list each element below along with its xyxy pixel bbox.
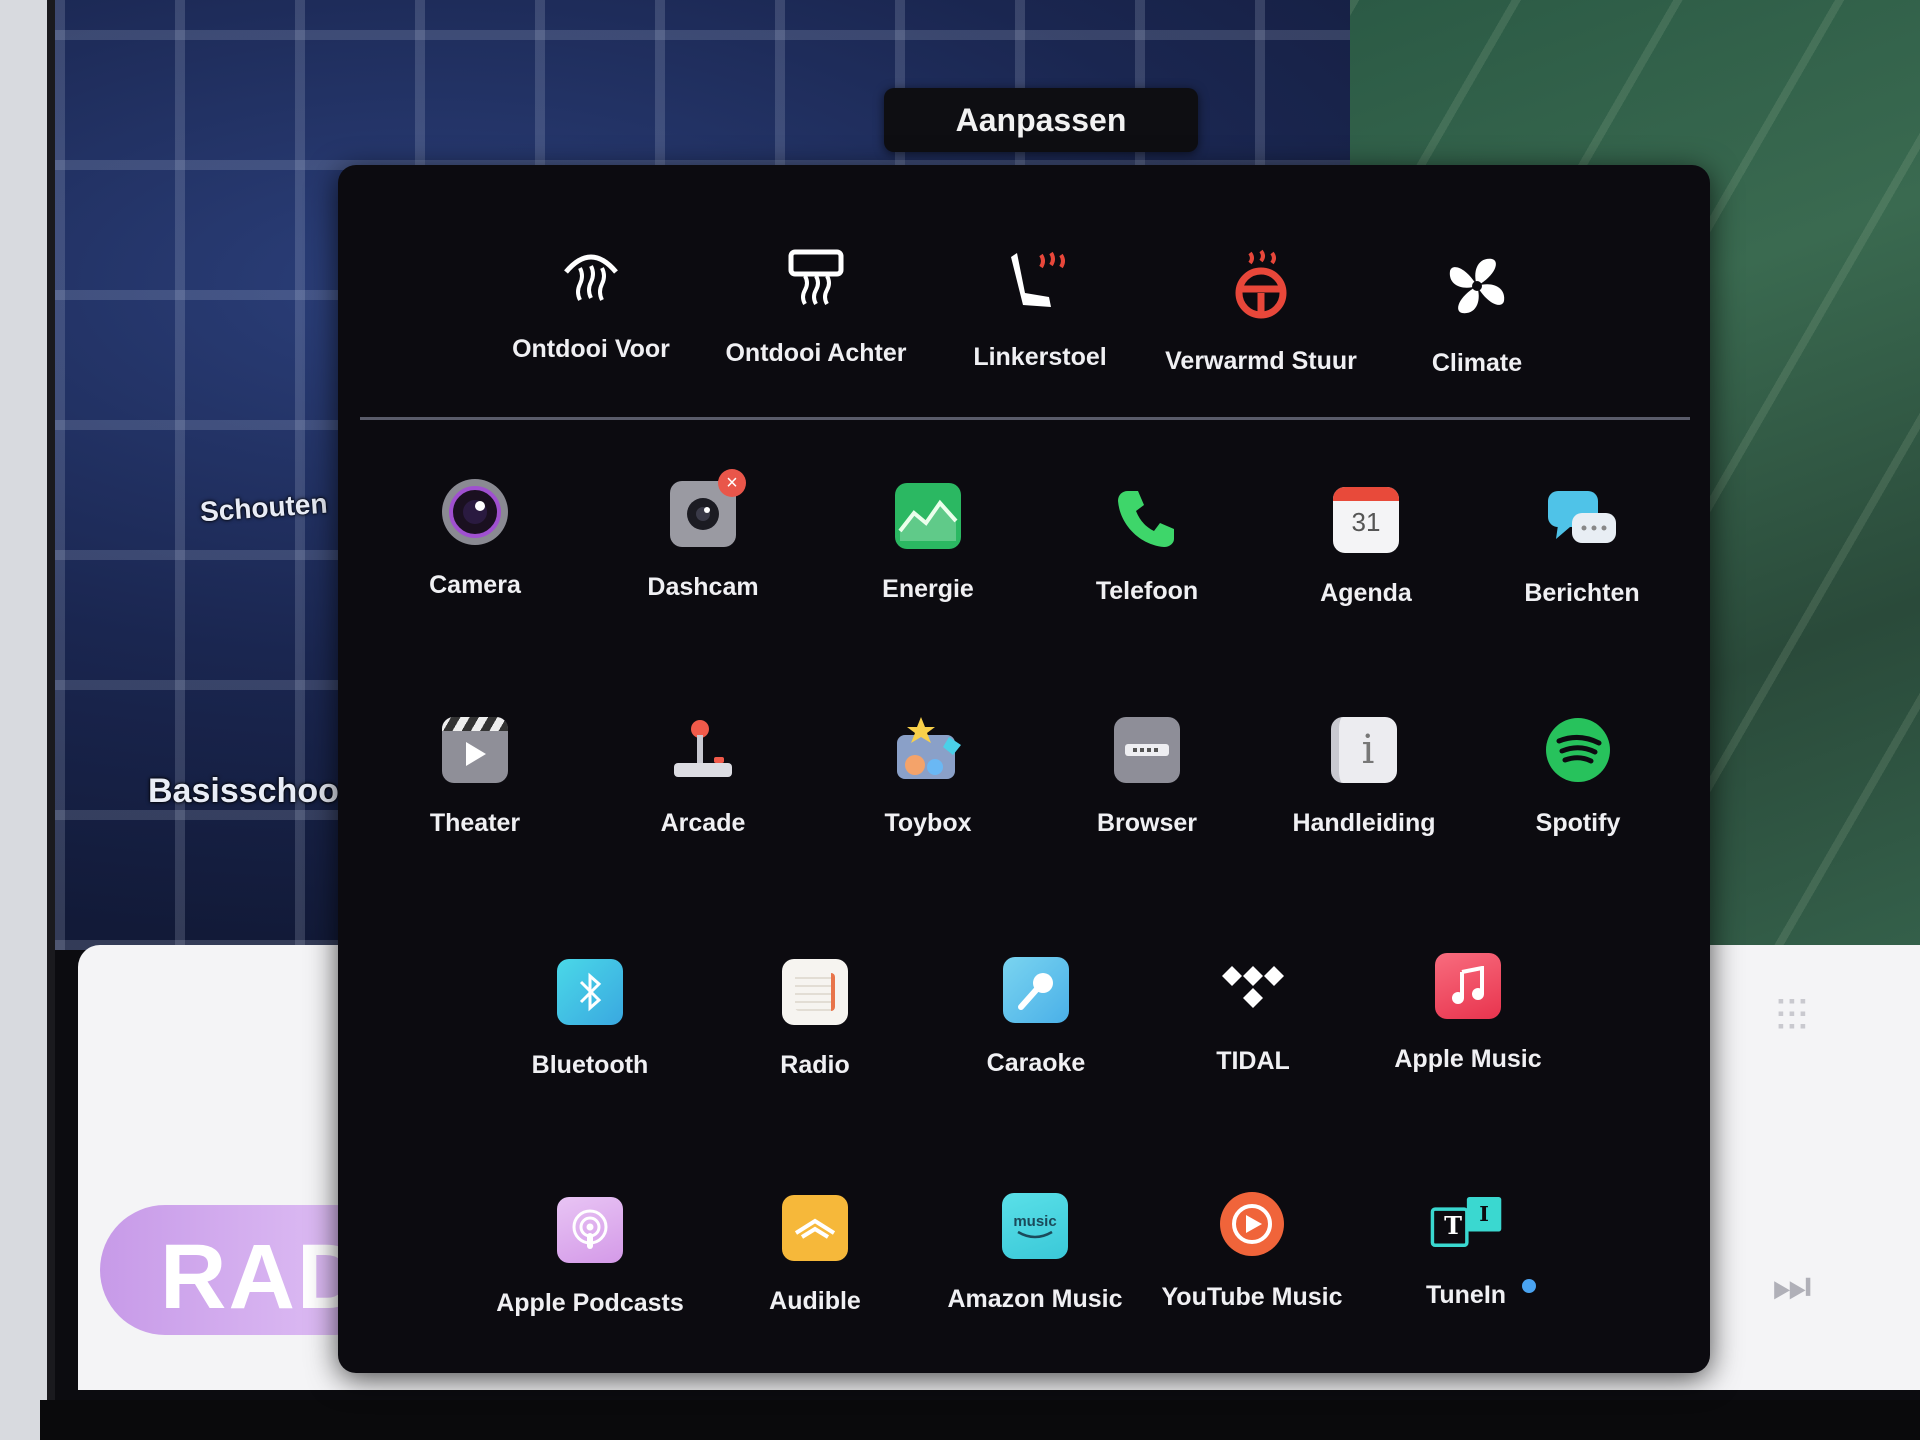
shortcut-front-defrost[interactable]: Ontdooi Voor [491, 235, 691, 364]
app-manual[interactable]: i Handleiding [1264, 713, 1464, 838]
shortcut-climate[interactable]: Climate [1377, 249, 1577, 378]
app-amazon-music[interactable]: music Amazon Music [935, 1189, 1135, 1314]
app-camera[interactable]: Camera [375, 475, 575, 600]
shortcut-heated-steering[interactable]: Verwarmd Stuur [1161, 247, 1361, 376]
customize-tooltip: Aanpassen [884, 88, 1198, 152]
app-label: Berichten [1524, 579, 1640, 607]
app-dashcam[interactable]: × Dashcam [603, 469, 803, 602]
app-label: Agenda [1320, 579, 1412, 607]
app-apple-music[interactable]: Apple Music [1368, 949, 1568, 1074]
app-label: Apple Podcasts [496, 1289, 684, 1317]
app-label: TIDAL [1216, 1047, 1290, 1075]
app-label: Arcade [660, 809, 746, 837]
equalizer-icon[interactable]: ⫶⫶⫶ [1775, 992, 1808, 1042]
seat-heater-icon [1003, 243, 1077, 317]
app-tidal[interactable]: TIDAL [1153, 951, 1353, 1076]
shortcut-left-seat-heater[interactable]: Linkerstoel [940, 243, 1140, 372]
amazon-music-icon: music [998, 1189, 1072, 1263]
app-label: Apple Music [1394, 1045, 1542, 1073]
front-defrost-icon [554, 235, 628, 309]
radio-icon [778, 955, 852, 1029]
app-label: Handleiding [1292, 809, 1436, 837]
svg-text:I: I [1479, 1202, 1489, 1226]
dashcam-icon: × [666, 469, 746, 551]
app-label: Radio [780, 1051, 850, 1079]
app-label: Dashcam [647, 573, 759, 601]
record-off-icon: × [718, 469, 746, 497]
shortcut-label: Verwarmd Stuur [1165, 347, 1357, 375]
app-label: TuneIn [1425, 1281, 1507, 1309]
app-caraoke[interactable]: Caraoke [936, 953, 1136, 1078]
app-toybox[interactable]: Toybox [828, 713, 1028, 838]
shortcut-label: Ontdooi Achter [725, 339, 907, 367]
toybox-icon [891, 713, 965, 787]
active-indicator [1522, 1279, 1536, 1293]
app-label: Telefoon [1095, 577, 1199, 605]
shortcut-label: Climate [1431, 349, 1523, 377]
app-radio[interactable]: Radio [715, 955, 915, 1080]
next-track-icon[interactable]: ⏭ [1772, 1262, 1812, 1312]
bottom-bar [40, 1400, 1920, 1440]
bluetooth-icon [553, 955, 627, 1029]
app-apple-podcasts[interactable]: Apple Podcasts [490, 1193, 690, 1318]
app-audible[interactable]: Audible [715, 1191, 915, 1316]
tunein-letter: T [1444, 1211, 1462, 1240]
map-label-school: Basisschoo [148, 772, 339, 810]
app-phone[interactable]: Telefoon [1047, 481, 1247, 606]
app-energy[interactable]: Energie [828, 479, 1028, 604]
app-label: YouTube Music [1161, 1283, 1343, 1311]
calendar-day: 31 [1351, 507, 1381, 537]
screen-bezel [0, 0, 55, 1440]
phone-icon [1110, 481, 1184, 555]
energy-icon [891, 479, 965, 553]
apple-music-icon [1431, 949, 1505, 1023]
spotify-icon [1541, 713, 1615, 787]
media-source-label: RAD [160, 1226, 366, 1328]
calendar-icon: 31 [1329, 483, 1403, 557]
tidal-icon [1216, 951, 1290, 1025]
caraoke-icon [999, 953, 1073, 1027]
app-spotify[interactable]: Spotify [1478, 713, 1678, 838]
app-label: Energie [882, 575, 974, 603]
manual-icon: i [1327, 713, 1401, 787]
fan-icon [1440, 249, 1514, 323]
section-divider [360, 417, 1690, 420]
app-label: Amazon Music [947, 1285, 1123, 1313]
app-theater[interactable]: Theater [375, 713, 575, 838]
app-label: Toybox [884, 809, 972, 837]
audible-icon [778, 1191, 852, 1265]
youtube-music-icon [1215, 1187, 1289, 1261]
app-arcade[interactable]: Arcade [603, 713, 803, 838]
app-label: Browser [1096, 809, 1198, 837]
heated-steering-icon [1224, 247, 1298, 321]
rear-defrost-icon [779, 239, 853, 313]
app-bluetooth[interactable]: Bluetooth [490, 955, 690, 1080]
app-label: Theater [429, 809, 521, 837]
app-label: Camera [429, 571, 521, 599]
camera-icon [438, 475, 512, 549]
app-label: Spotify [1535, 809, 1621, 837]
app-label: Caraoke [986, 1049, 1086, 1077]
app-youtube-music[interactable]: YouTube Music [1152, 1187, 1352, 1312]
app-tunein[interactable]: I T TuneIn [1366, 1185, 1566, 1310]
app-launcher-panel: Ontdooi Voor Ontdooi Achter Linkerstoel … [338, 165, 1710, 1373]
shortcut-rear-defrost[interactable]: Ontdooi Achter [716, 239, 916, 368]
theater-icon [438, 713, 512, 787]
arcade-icon [666, 713, 740, 787]
app-browser[interactable]: Browser [1047, 713, 1247, 838]
tunein-icon: I T [1429, 1185, 1536, 1293]
app-label: Bluetooth [531, 1051, 649, 1079]
app-messages[interactable]: Berichten [1482, 483, 1682, 608]
shortcut-label: Linkerstoel [973, 343, 1107, 371]
app-calendar[interactable]: 31 Agenda [1266, 483, 1466, 608]
app-label: Audible [769, 1287, 861, 1315]
browser-icon [1110, 713, 1184, 787]
shortcut-label: Ontdooi Voor [512, 335, 670, 363]
messages-icon [1545, 483, 1619, 557]
amazon-music-wordmark: music [1013, 1212, 1057, 1230]
apple-podcasts-icon [553, 1193, 627, 1267]
